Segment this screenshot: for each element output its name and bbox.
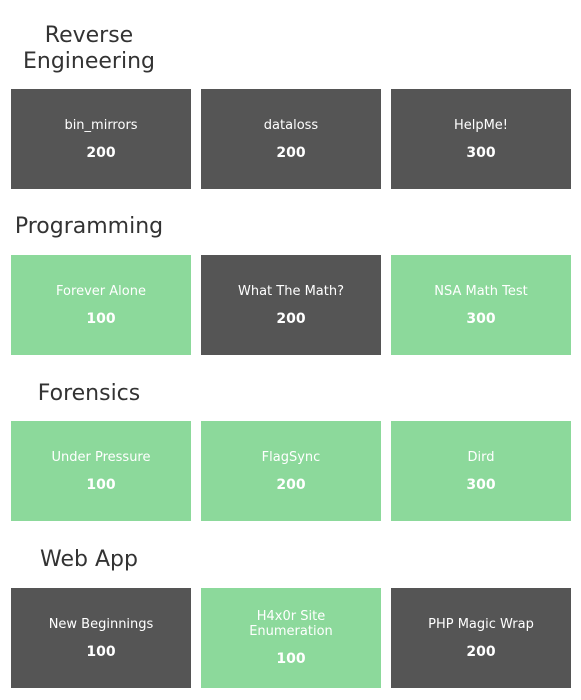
category-title: Reverse Engineering [23, 23, 155, 74]
challenge-name: bin_mirrors [64, 117, 138, 133]
challenge-tile-under-pressure[interactable]: Under Pressure 100 [11, 421, 191, 521]
challenge-points: 100 [276, 651, 306, 667]
challenge-grid: bin_mirrors 200 dataloss 200 HelpMe! 300 [11, 89, 571, 189]
challenge-points: 300 [466, 476, 496, 493]
challenge-points: 200 [86, 144, 116, 161]
challenge-points: 200 [276, 144, 306, 161]
challenge-tile-h4x0r-site-enumeration[interactable]: H4x0r Site Enumeration 100 [201, 588, 381, 688]
challenge-grid: Forever Alone 100 What The Math? 200 NSA… [11, 255, 571, 355]
challenge-points: 100 [86, 643, 116, 660]
challenge-points: 100 [86, 476, 116, 493]
challenge-grid: New Beginnings 100 H4x0r Site Enumeratio… [11, 588, 571, 688]
category-title: Programming [14, 214, 164, 239]
challenge-tile-bin-mirrors[interactable]: bin_mirrors 200 [11, 89, 191, 189]
challenge-tile-dataloss[interactable]: dataloss 200 [201, 89, 381, 189]
challenge-name: Dird [467, 449, 495, 465]
challenge-points: 300 [466, 144, 496, 161]
challenge-name: dataloss [263, 117, 319, 133]
challenge-name: Forever Alone [56, 283, 146, 299]
challenge-name: HelpMe! [453, 117, 509, 133]
challenge-tile-what-the-math[interactable]: What The Math? 200 [201, 255, 381, 355]
challenge-grid: Under Pressure 100 FlagSync 200 Dird 300 [11, 421, 571, 521]
challenge-name: NSA Math Test [434, 283, 528, 299]
challenge-name: New Beginnings [48, 616, 154, 632]
challenge-name: FlagSync [261, 449, 321, 465]
challenge-tile-nsa-math-test[interactable]: NSA Math Test 300 [391, 255, 571, 355]
challenge-points: 300 [466, 310, 496, 327]
challenge-points: 200 [276, 310, 306, 327]
challenge-name: Under Pressure [51, 449, 151, 465]
challenge-points: 100 [86, 310, 116, 327]
challenge-tile-dird[interactable]: Dird 300 [391, 421, 571, 521]
challenge-tile-new-beginnings[interactable]: New Beginnings 100 [11, 588, 191, 688]
challenge-name: What The Math? [237, 283, 345, 299]
challenge-points: 200 [276, 476, 306, 493]
challenge-name: PHP Magic Wrap [428, 616, 534, 632]
challenge-tile-php-magic-wrap[interactable]: PHP Magic Wrap 200 [391, 588, 571, 688]
challenge-tile-forever-alone[interactable]: Forever Alone 100 [11, 255, 191, 355]
challenge-tile-helpme[interactable]: HelpMe! 300 [391, 89, 571, 189]
challenge-name: H4x0r Site Enumeration [249, 609, 333, 639]
challenge-tile-flagsync[interactable]: FlagSync 200 [201, 421, 381, 521]
category-title: Web App [40, 547, 138, 572]
category-title: Forensics [37, 381, 141, 406]
challenge-points: 200 [466, 643, 496, 660]
